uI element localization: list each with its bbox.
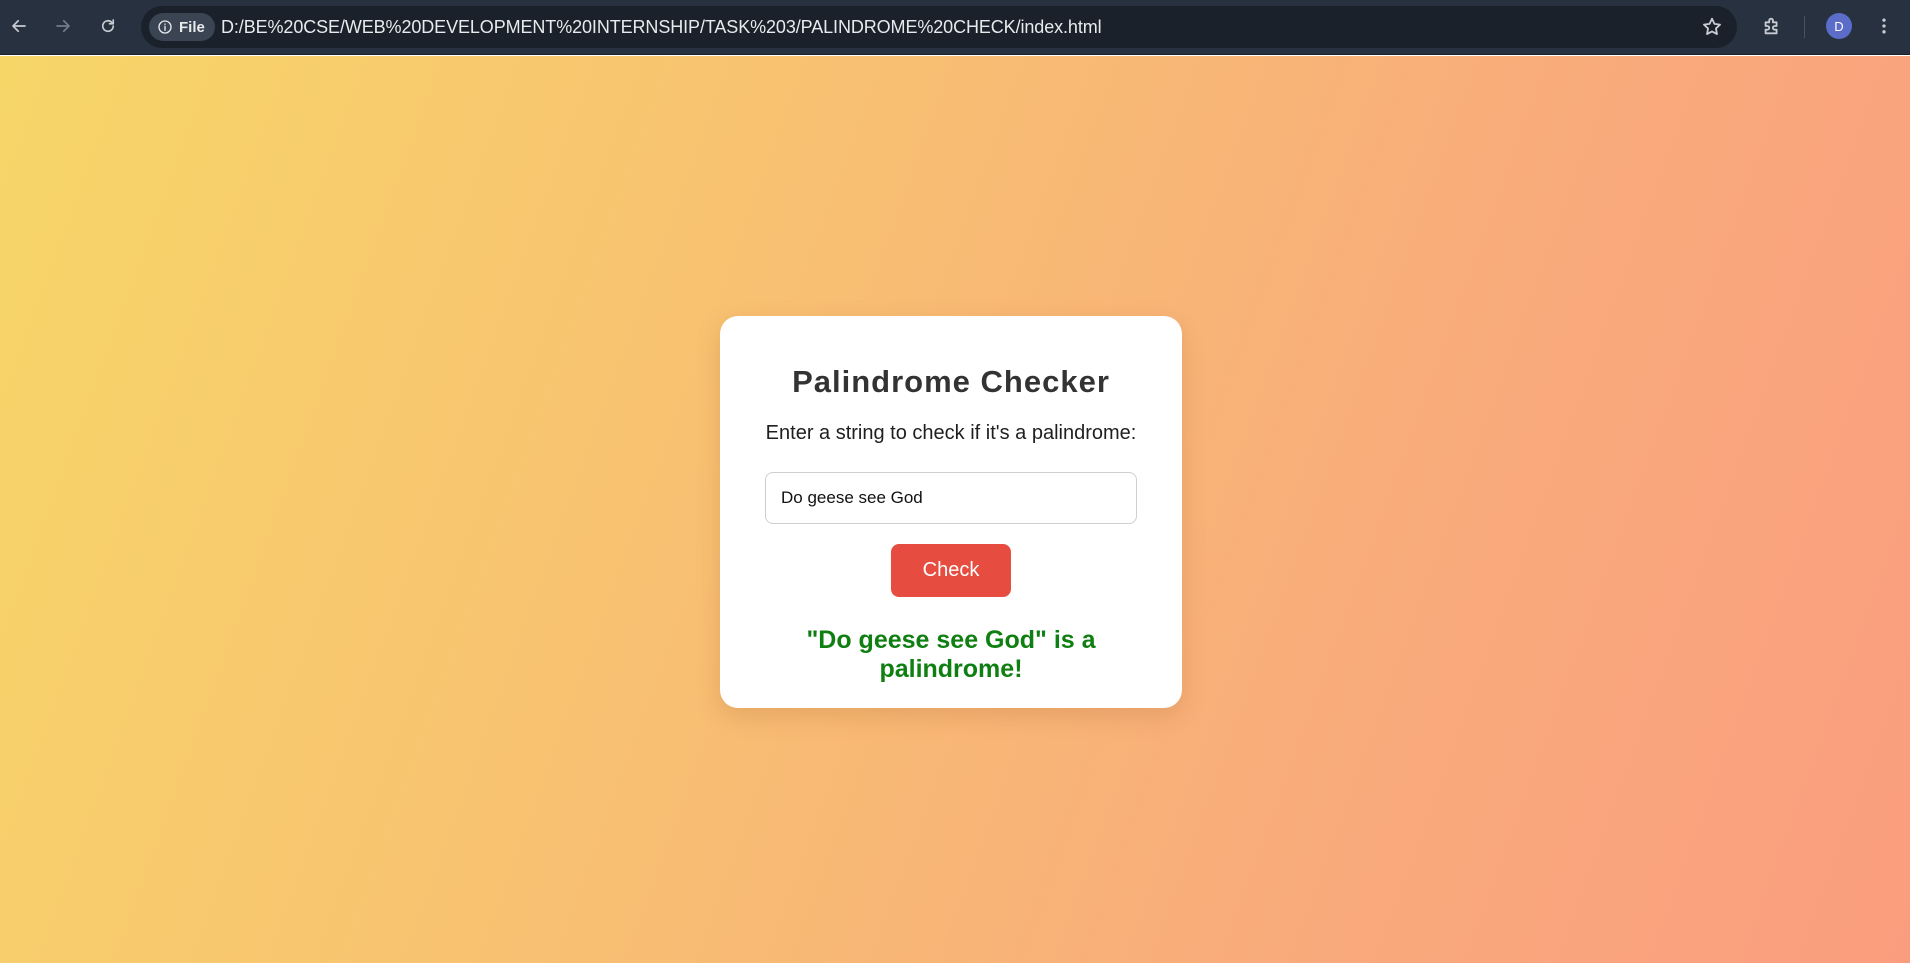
arrow-right-icon [56, 19, 70, 33]
more-vertical-icon [1882, 18, 1886, 34]
url-text[interactable]: D:/BE%20CSE/WEB%20DEVELOPMENT%20INTERNSH… [221, 17, 1102, 38]
toolbar-divider [1804, 16, 1805, 38]
back-button[interactable] [3, 10, 35, 42]
browser-menu-button[interactable] [1870, 12, 1898, 40]
reload-button[interactable] [92, 10, 124, 42]
result-message: "Do geese see God" is a palindrome! [806, 626, 1096, 683]
arrow-left-icon [12, 19, 26, 33]
forward-button[interactable] [47, 10, 79, 42]
profile-avatar[interactable]: D [1826, 13, 1852, 39]
extensions-button[interactable] [1758, 12, 1786, 40]
browser-toolbar: File D:/BE%20CSE/WEB%20DEVELOPMENT%20INT… [0, 0, 1910, 55]
palindrome-card: Palindrome Checker Enter a string to che… [720, 316, 1182, 708]
info-icon [158, 20, 172, 34]
string-input[interactable] [765, 472, 1137, 524]
page-viewport: Palindrome Checker Enter a string to che… [0, 56, 1910, 963]
page-title: Palindrome Checker [792, 364, 1110, 399]
site-info-chip[interactable]: File [149, 13, 215, 41]
address-bar[interactable]: File D:/BE%20CSE/WEB%20DEVELOPMENT%20INT… [141, 6, 1737, 48]
input-prompt: Enter a string to check if it's a palind… [765, 422, 1137, 444]
site-chip-label: File [179, 18, 205, 36]
check-button[interactable]: Check [891, 544, 1011, 597]
bookmark-star-icon[interactable] [1701, 16, 1723, 38]
puzzle-icon [1764, 17, 1778, 35]
reload-icon [101, 19, 115, 33]
